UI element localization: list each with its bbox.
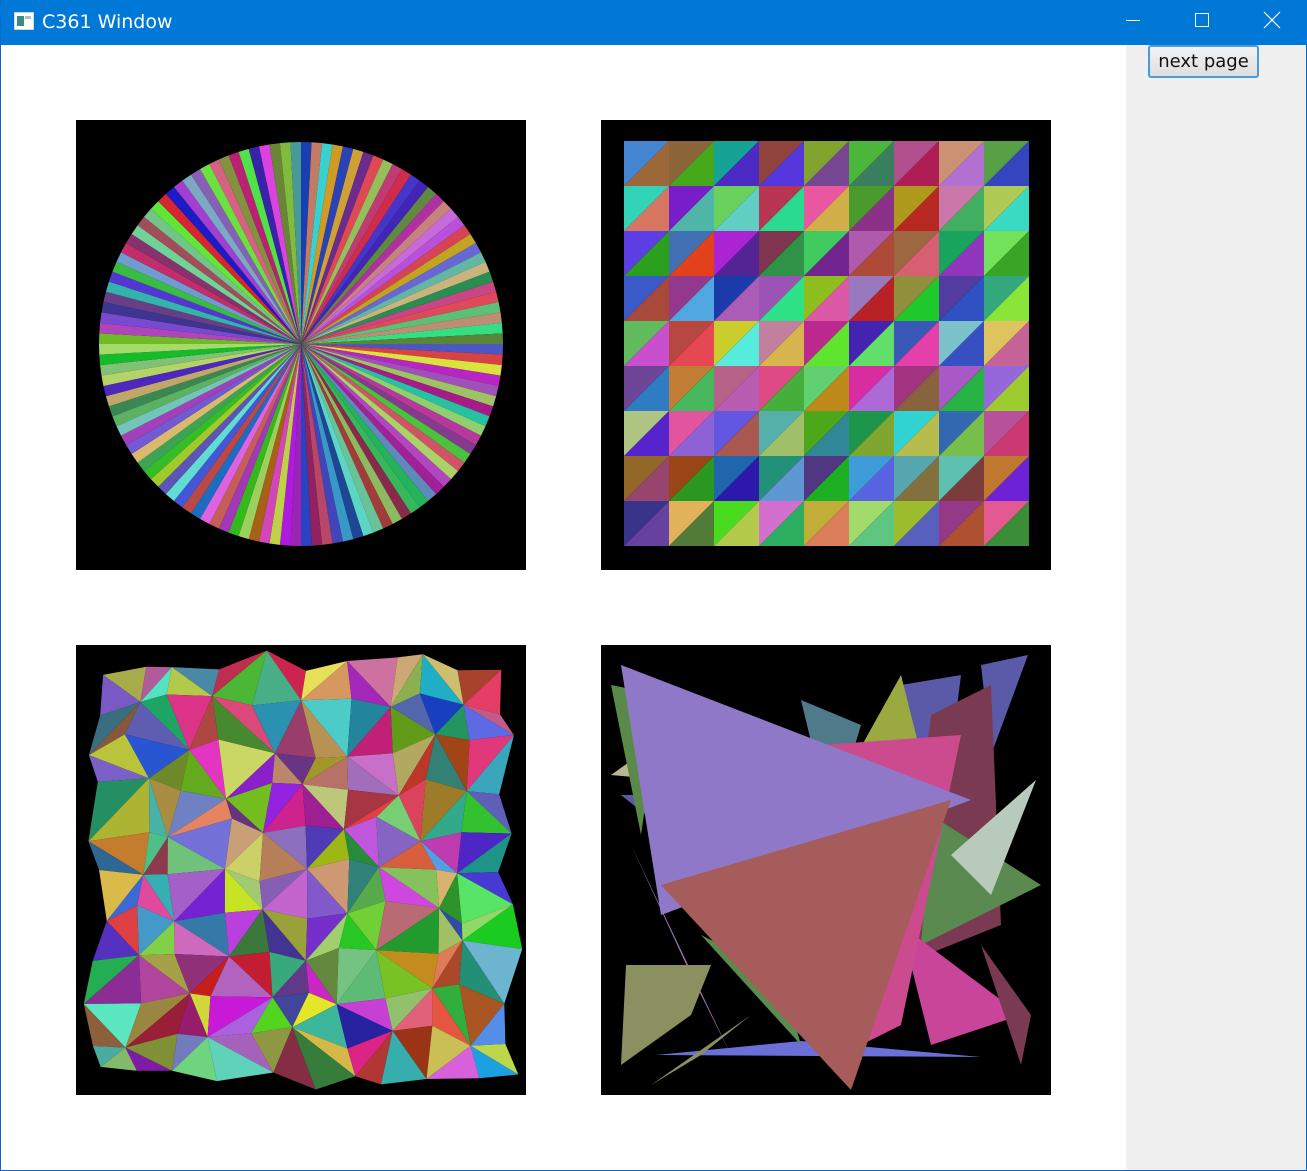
close-icon [1263,11,1281,34]
minimize-icon [1125,12,1141,33]
triangles-canvas [601,645,1051,1095]
random-triangle [621,965,711,1065]
window-app-icon [14,12,34,30]
next-page-button[interactable]: next page [1148,45,1259,78]
close-button[interactable] [1237,0,1307,45]
maximize-button[interactable] [1167,0,1237,45]
pie-canvas [76,120,526,570]
minimize-button[interactable] [1098,0,1168,45]
maximize-icon [1194,12,1210,33]
window-title: C361 Window [42,11,173,33]
side-panel [1126,45,1306,1170]
grid-canvas [601,120,1051,570]
mesh-canvas [76,645,526,1095]
title-bar[interactable]: C361 Window [1,0,1307,45]
